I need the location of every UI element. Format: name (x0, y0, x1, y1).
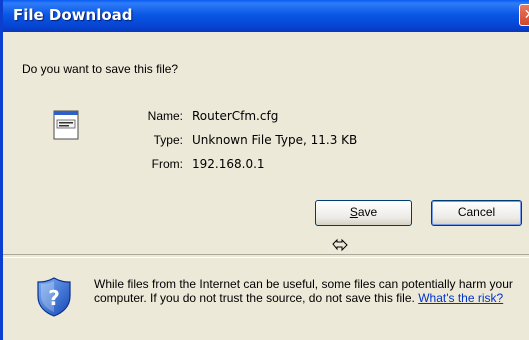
save-label: ave (357, 205, 378, 219)
divider (3, 254, 529, 258)
close-button[interactable]: ✕ (519, 4, 529, 26)
name-label: Name: (147, 109, 183, 123)
svg-text:?: ? (48, 286, 60, 310)
security-warning: While files from the Internet can be use… (94, 277, 524, 305)
from-label: From: (151, 157, 183, 171)
title-bar[interactable]: File Download ✕ (3, 0, 529, 32)
file-type: Unknown File Type, 11.3 KB (192, 133, 358, 147)
shield-question-icon: ? (37, 277, 71, 317)
file-download-dialog: File Download ✕ Do you want to save this… (0, 0, 529, 340)
mouse-cursor-icon (332, 238, 348, 252)
type-label: Type: (153, 133, 183, 147)
file-source: 192.168.0.1 (192, 157, 265, 171)
whats-the-risk-link[interactable]: What's the risk? (418, 291, 503, 305)
save-accelerator: S (349, 205, 358, 219)
file-icon (53, 110, 79, 140)
file-name: RouterCfm.cfg (192, 109, 279, 123)
save-button[interactable]: Save (315, 200, 412, 226)
save-question: Do you want to save this file? (22, 62, 179, 76)
cancel-button[interactable]: Cancel (431, 200, 522, 226)
dialog-title: File Download (13, 6, 133, 24)
close-icon: ✕ (524, 6, 529, 22)
